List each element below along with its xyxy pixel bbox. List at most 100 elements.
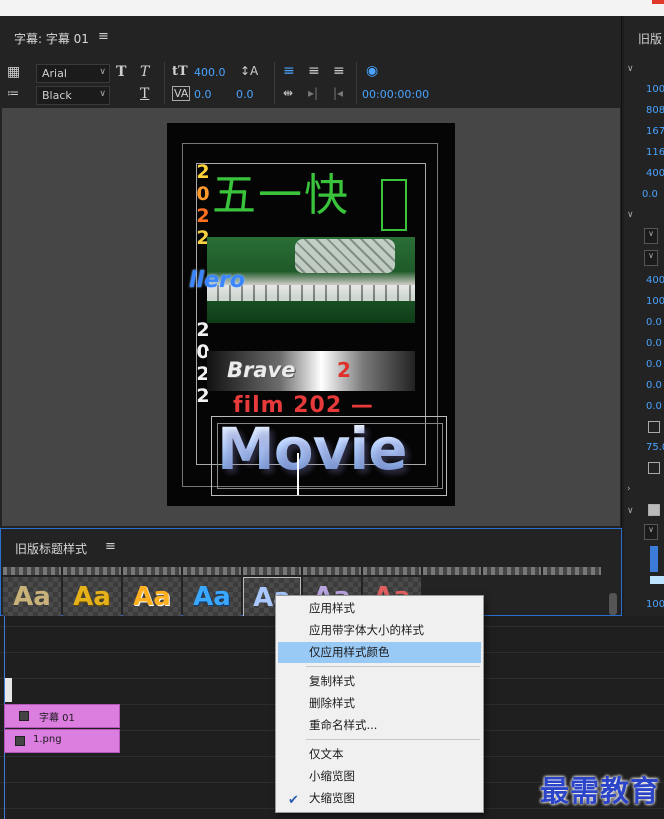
digit: 2 [196, 205, 210, 227]
property-value[interactable]: 167 [646, 126, 664, 137]
style-swatch-top [243, 567, 301, 575]
style-swatch-top [3, 567, 61, 575]
chevron-down-icon[interactable]: ∨ [627, 210, 634, 220]
properties-panel: 旧版 ∨ 100 808 167 116 400 0.0 ∨ ∨ ∨ 400 1… [624, 16, 664, 616]
chevron-down-icon: ∨ [99, 67, 106, 77]
menu-item-apply-style[interactable]: 应用样式 [278, 598, 481, 619]
styles-panel-title: 旧版标题样式 [15, 542, 88, 556]
title-frame[interactable]: 2 0 2 2 五一快 llero 2 0 2 2 Brave 2 film 2… [167, 123, 455, 506]
chevron-right-icon[interactable]: › [627, 484, 631, 494]
clip-title-01[interactable]: 字幕 01 [4, 704, 120, 728]
brave-text[interactable]: Brave [227, 358, 295, 382]
style-swatch[interactable]: Aa [63, 577, 121, 617]
leading-icon: ↕A [240, 64, 259, 78]
watermark-logo: 最需教育 [540, 774, 661, 808]
property-dropdown[interactable]: ∨ [644, 228, 658, 244]
chevron-down-icon: ∨ [99, 89, 106, 99]
bold-icon[interactable]: T [116, 64, 126, 80]
hero-text[interactable]: llero [189, 268, 245, 293]
menu-item-duplicate-style[interactable]: 复制样式 [278, 671, 481, 692]
timecode-value[interactable]: 00:00:00:00 [362, 88, 429, 101]
style-swatch[interactable]: Aa [183, 577, 241, 617]
digit: 2 [196, 161, 210, 183]
font-family-value: Arial [42, 67, 67, 80]
color-slider[interactable] [650, 546, 658, 572]
playhead-marker[interactable] [5, 678, 12, 702]
property-value[interactable]: 808 [646, 105, 664, 116]
property-checkbox[interactable] [648, 462, 660, 474]
tracking-icon: VA [172, 86, 191, 101]
title-toolbar: ▦ ≔ Arial ∨ Black ∨ T T T tT 400.0 ↕A VA 0… [0, 58, 621, 108]
properties-panel-title: 旧版 [638, 32, 663, 46]
italic-icon[interactable]: T [140, 64, 149, 80]
font-style-dropdown[interactable]: Black ∨ [36, 86, 110, 105]
movie-text[interactable]: Movie [217, 415, 408, 483]
property-value[interactable]: 0.0 [646, 380, 662, 391]
style-swatch-top [543, 567, 601, 575]
font-family-dropdown[interactable]: Arial ∨ [36, 64, 110, 83]
tab-align-icon[interactable]: ⇹ [283, 86, 293, 100]
style-swatch-top [483, 567, 541, 575]
align-center-icon[interactable]: ≡ [308, 63, 320, 79]
property-value[interactable]: 100 [646, 599, 664, 610]
top-bar [0, 0, 664, 16]
roll-back-icon[interactable]: |◂ [333, 86, 343, 100]
title-canvas-area: 2 0 2 2 五一快 llero 2 0 2 2 Brave 2 film 2… [2, 108, 620, 526]
property-checkbox-checked[interactable] [648, 504, 660, 516]
property-value[interactable]: 0.0 [646, 338, 662, 349]
panel-menu-icon[interactable]: ≡ [98, 29, 109, 44]
style-swatch[interactable]: Aa [123, 577, 181, 617]
leading-value[interactable]: 0.0 [236, 88, 254, 101]
clip-1-png[interactable]: 1.png [4, 729, 120, 753]
font-size-value[interactable]: 400.0 [194, 66, 226, 79]
digit: 2 [196, 319, 210, 341]
style-swatch-top [123, 567, 181, 575]
menu-item-apply-style-color-only[interactable]: 仅应用样式颜色 [278, 642, 481, 663]
text-cursor-box [381, 179, 407, 231]
chevron-down-icon[interactable]: ∨ [627, 506, 634, 516]
property-value[interactable]: 0.0 [642, 189, 658, 200]
menu-item-apply-style-with-font-size[interactable]: 应用带字体大小的样式 [278, 620, 481, 641]
image-clip-icon [15, 736, 25, 746]
property-value[interactable]: 0.0 [646, 401, 662, 412]
roll-crawl-icon[interactable]: ▸| [308, 86, 318, 100]
style-swatch[interactable]: Aa [3, 577, 61, 617]
menu-item-delete-style[interactable]: 删除样式 [278, 693, 481, 714]
menu-item-label: 大缩览图 [309, 791, 355, 805]
property-value[interactable]: 100 [646, 296, 664, 307]
title-clip-icon [19, 711, 29, 721]
align-left-icon[interactable]: ≡ [283, 63, 295, 79]
property-value[interactable]: 0.0 [646, 317, 662, 328]
tab-stops-icon[interactable]: ≔ [7, 86, 19, 100]
property-dropdown[interactable]: ∨ [644, 250, 658, 266]
underline-icon[interactable]: T [140, 86, 149, 102]
menu-item-large-thumbnails[interactable]: ✔ 大缩览图 [278, 788, 481, 809]
styles-scrollbar[interactable] [609, 593, 617, 615]
property-dropdown[interactable]: ∨ [644, 524, 658, 540]
tile-pile [295, 239, 395, 273]
toolbar-divider [356, 62, 357, 104]
panel-menu-icon[interactable]: ≡ [105, 539, 116, 554]
menu-item-small-thumbnails[interactable]: 小缩览图 [278, 766, 481, 787]
property-value[interactable]: 0.0 [646, 359, 662, 370]
style-swatch-top [363, 567, 421, 575]
property-value[interactable]: 400 [646, 275, 664, 286]
panel-header: 字幕: 字幕 01 ≡ [0, 16, 621, 58]
chevron-down-icon[interactable]: ∨ [627, 64, 634, 74]
show-background-video-icon[interactable]: ◉ [366, 63, 378, 79]
align-right-icon[interactable]: ≡ [333, 63, 345, 79]
property-value[interactable]: 75.0 [646, 442, 664, 453]
year-digits-top[interactable]: 2 0 2 2 [195, 161, 211, 249]
film-icon[interactable]: ▦ [7, 64, 20, 80]
panel-title: 字幕: 字幕 01 [14, 32, 89, 46]
brave-number[interactable]: 2 [337, 358, 351, 382]
color-swatch[interactable] [650, 576, 664, 584]
property-value[interactable]: 116 [646, 147, 664, 158]
menu-item-text-only[interactable]: 仅文本 [278, 744, 481, 765]
tracking-value[interactable]: 0.0 [194, 88, 212, 101]
property-value[interactable]: 100 [646, 84, 664, 95]
property-checkbox[interactable] [648, 421, 660, 433]
menu-item-rename-style[interactable]: 重命名样式... [278, 715, 481, 736]
headline-text[interactable]: 五一快 [212, 159, 350, 223]
property-value[interactable]: 400 [646, 168, 664, 179]
